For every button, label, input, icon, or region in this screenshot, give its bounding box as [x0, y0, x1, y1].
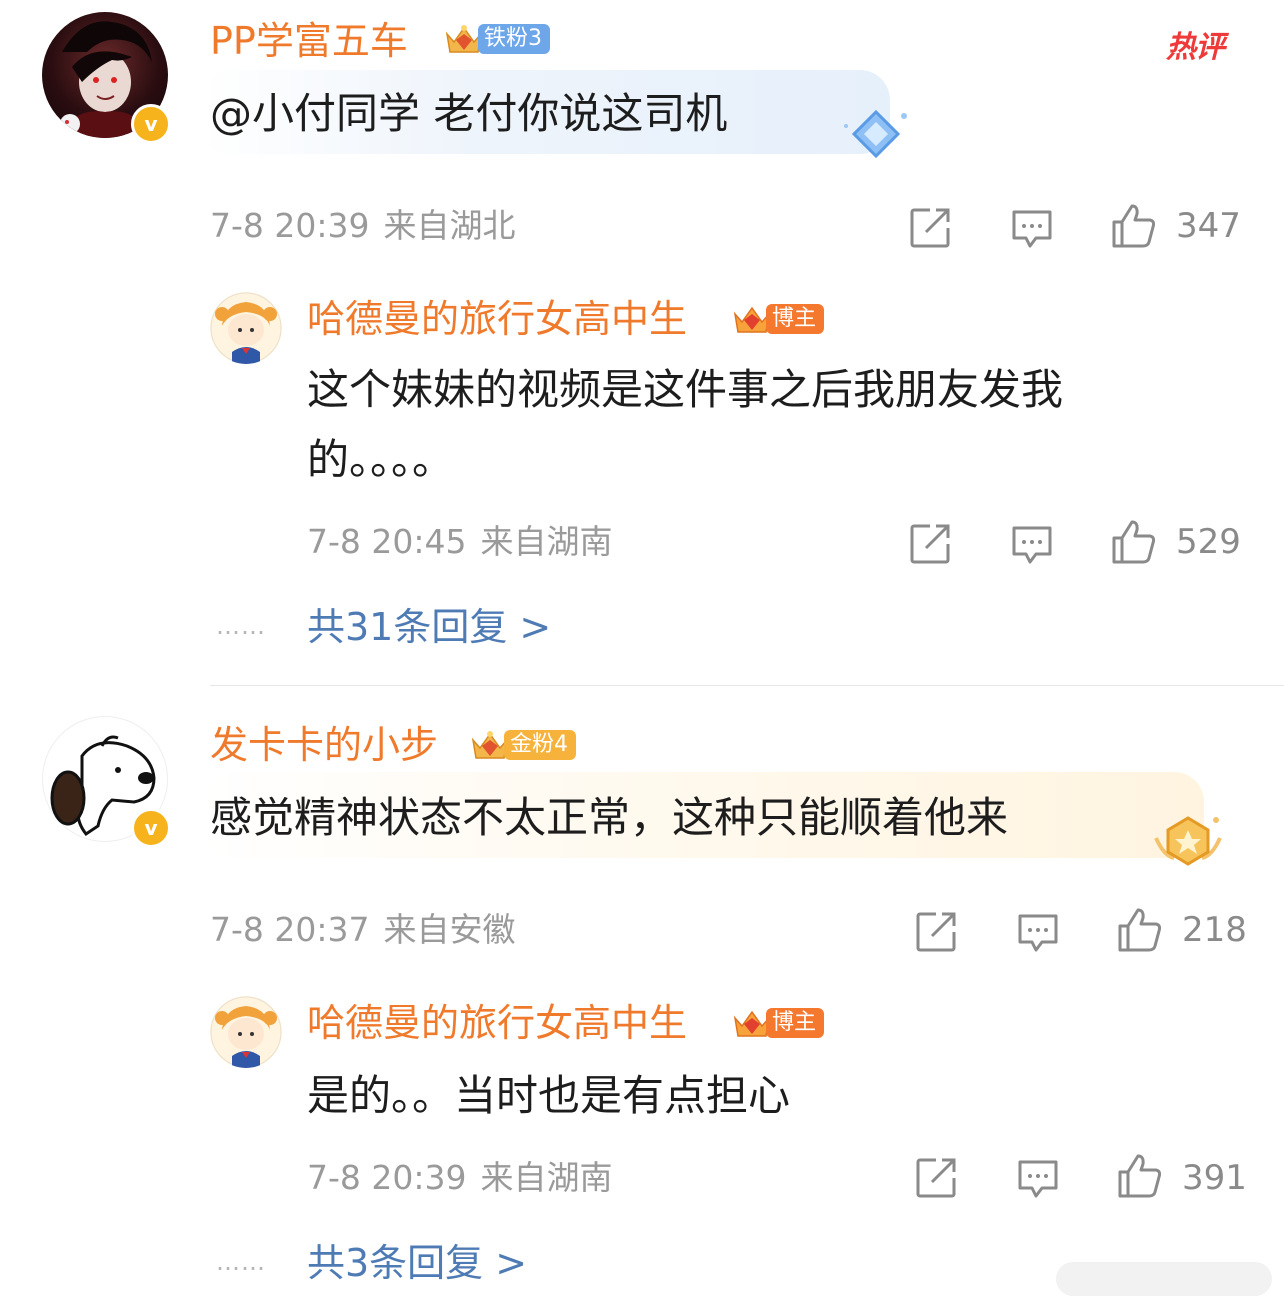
blogger-badge[interactable]: 博主: [732, 302, 825, 336]
like-icon[interactable]: [1116, 1152, 1164, 1200]
like-count: 347: [1176, 206, 1241, 246]
reply-location: 来自湖南: [480, 1158, 613, 1197]
reply-avatar[interactable]: [210, 292, 282, 364]
comment-icon[interactable]: [1010, 522, 1054, 566]
more-replies-link[interactable]: 共3条回复 >: [307, 1240, 527, 1286]
reply-text-line: 这个妹妹的视频是这件事之后我朋友发我: [307, 365, 1064, 414]
reply-avatar[interactable]: [210, 996, 282, 1068]
share-icon[interactable]: [914, 1156, 958, 1200]
hot-comment-label: 热评: [1166, 30, 1225, 65]
like-icon[interactable]: [1116, 906, 1164, 954]
comment-icon[interactable]: [1016, 1156, 1060, 1200]
reply-username[interactable]: 哈德曼的旅行女高中生: [307, 296, 687, 342]
reply-text-line: 的。。。。: [307, 435, 455, 484]
diamond-icon: [844, 109, 907, 159]
comment-username[interactable]: PP学富五车: [210, 18, 408, 64]
comment-icon[interactable]: [1016, 910, 1060, 954]
comment-icon[interactable]: [1010, 206, 1054, 250]
reply-dots: ……: [216, 612, 266, 640]
comment-meta: 7-8 20:39 来自湖北: [210, 206, 516, 246]
reply-text-line: 是的。。当时也是有点担心: [307, 1071, 791, 1120]
comment-divider: [210, 685, 1284, 686]
fan-badge-text: 铁粉3: [478, 24, 550, 54]
share-icon[interactable]: [908, 206, 952, 250]
comment-location: 来自湖北: [383, 206, 516, 245]
blogger-badge-text: 博主: [766, 1008, 825, 1038]
like-icon[interactable]: [1110, 518, 1158, 566]
fan-badge[interactable]: 铁粉3: [444, 22, 550, 56]
comment-username[interactable]: 发卡卡的小步: [210, 722, 438, 768]
verified-badge: v: [131, 104, 171, 144]
star-medal-icon: [1154, 816, 1222, 866]
horizontal-scrollbar[interactable]: [1056, 1262, 1272, 1296]
share-icon[interactable]: [914, 910, 958, 954]
share-icon[interactable]: [908, 522, 952, 566]
reply-meta: 7-8 20:39 来自湖南: [307, 1158, 613, 1198]
like-count: 391: [1182, 1158, 1247, 1198]
more-replies-link[interactable]: 共31条回复 >: [307, 604, 551, 650]
blogger-badge-text: 博主: [766, 304, 825, 334]
comment-time: 7-8 20:37: [210, 910, 370, 949]
fan-badge-text: 金粉4: [504, 730, 576, 760]
reply-time: 7-8 20:39: [307, 1158, 467, 1197]
like-icon[interactable]: [1110, 202, 1158, 250]
like-count: 529: [1176, 522, 1241, 562]
verified-badge: v: [131, 808, 171, 848]
reply-time: 7-8 20:45: [307, 522, 467, 561]
comment-text: @小付同学 老付你说这司机: [210, 89, 728, 138]
reply-dots: ……: [216, 1248, 266, 1276]
comment-location: 来自安徽: [383, 910, 516, 949]
reply-username[interactable]: 哈德曼的旅行女高中生: [307, 1000, 687, 1046]
comment-meta: 7-8 20:37 来自安徽: [210, 910, 516, 950]
like-count: 218: [1182, 910, 1247, 950]
comment-time: 7-8 20:39: [210, 206, 370, 245]
fan-badge[interactable]: 金粉4: [470, 728, 576, 762]
reply-location: 来自湖南: [480, 522, 613, 561]
blogger-badge[interactable]: 博主: [732, 1006, 825, 1040]
comment-text: 感觉精神状态不太正常，这种只能顺着他来: [210, 793, 1009, 842]
reply-meta: 7-8 20:45 来自湖南: [307, 522, 613, 562]
